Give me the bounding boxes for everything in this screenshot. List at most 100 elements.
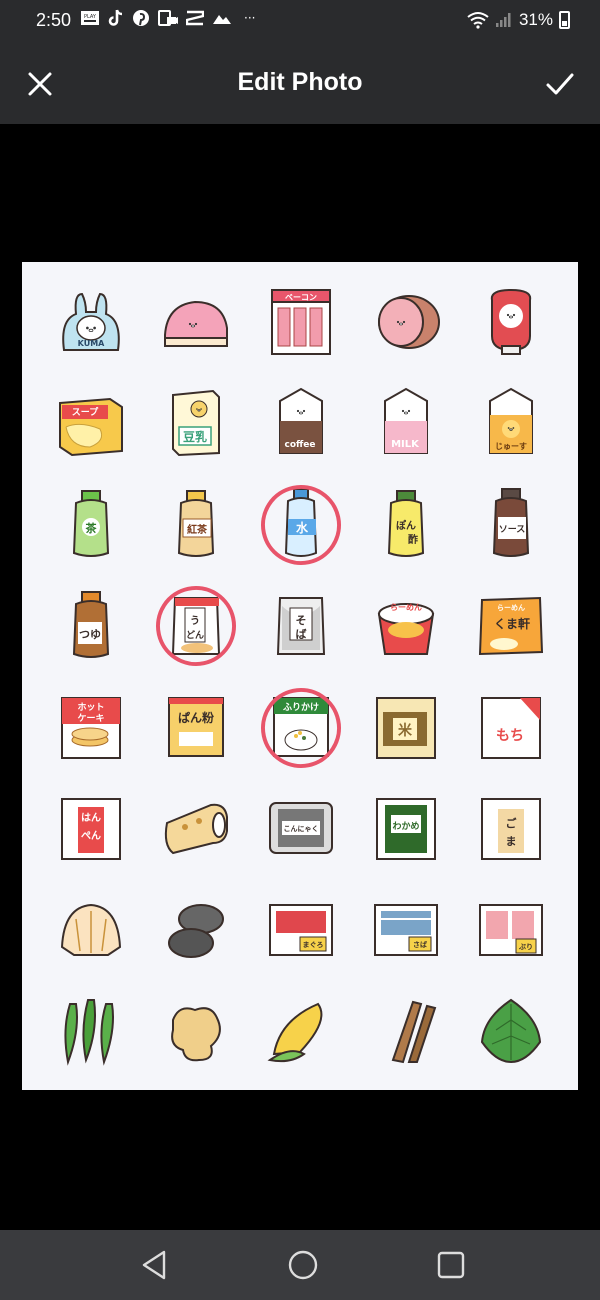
panko-bag-icon: ぱん粉: [167, 696, 224, 757]
udon-pack-icon: うどん: [155, 586, 236, 667]
svg-text:さば: さば: [413, 940, 427, 949]
wifi-icon: [467, 12, 489, 29]
more-icon: ···: [244, 11, 256, 25]
svg-text:ソース: ソース: [499, 524, 526, 535]
svg-text:わかめ: わかめ: [393, 821, 420, 832]
tsuyu-bottle-icon: つゆ: [72, 591, 109, 659]
svg-text:ぶり: ぶり: [518, 942, 533, 951]
sticker-black-tea-bottle: 紅茶: [143, 473, 248, 575]
sticker-grid: KUMA ベーコン スープ 豆乳 coffee MILK じゅーす茶紅茶水ぽん酢ソース つゆう…: [38, 270, 564, 1082]
sticker-milk-carton: MILK: [354, 372, 459, 474]
recents-icon[interactable]: [434, 1248, 468, 1282]
sticker-ginger: [143, 981, 248, 1083]
black-tea-bottle-icon: 紅茶: [177, 489, 214, 557]
sticker-udon-pack: うどん: [143, 575, 248, 677]
svg-text:じゅーす: じゅーす: [495, 442, 527, 451]
svg-text:KUMA: KUMA: [77, 339, 105, 348]
corn-icon: [267, 1003, 323, 1063]
svg-text:豆乳: 豆乳: [183, 429, 207, 444]
battery-icon: [559, 11, 570, 29]
sticker-furikake-pack: ふりかけ: [248, 676, 353, 778]
svg-text:米: 米: [398, 722, 413, 739]
svg-text:くま軒: くま軒: [494, 616, 530, 631]
sticker-shiso-leaf: [459, 981, 564, 1083]
confirm-check-icon[interactable]: [544, 68, 576, 100]
svg-text:ぽん: ぽん: [396, 519, 416, 532]
photo-image[interactable]: KUMA ベーコン スープ 豆乳 coffee MILK じゅーす茶紅茶水ぽん酢ソース つゆう…: [22, 262, 578, 1090]
navigation-bar: [0, 1230, 600, 1300]
ham-icon: [378, 294, 441, 349]
soy-milk-icon: 豆乳: [171, 390, 220, 457]
svg-text:水: 水: [296, 520, 309, 535]
sticker-black-clams: [143, 879, 248, 981]
capcut-icon: [186, 10, 204, 26]
svg-text:ふりかけ: ふりかけ: [283, 702, 319, 713]
sticker-sauce-bottle: ソース: [459, 473, 564, 575]
svg-text:そ: そ: [295, 614, 306, 627]
wakame-pack-icon: わかめ: [376, 798, 437, 861]
sticker-konnyaku-pack: こんにゃく: [248, 778, 353, 880]
svg-text:ま: ま: [506, 835, 517, 848]
back-icon[interactable]: [138, 1248, 172, 1282]
svg-text:らーめん: らーめん: [390, 603, 422, 612]
yellowtail-tray-icon: ぶり: [479, 903, 544, 956]
sticker-burdock: [354, 981, 459, 1083]
sticker-tsuyu-bottle: つゆ: [38, 575, 143, 677]
furikake-pack-icon: ふりかけ: [260, 687, 341, 768]
svg-text:らーめん: らーめん: [497, 604, 525, 612]
sticker-panko-bag: ぱん粉: [143, 676, 248, 778]
mochi-pack-icon: もち: [481, 696, 542, 759]
page-title: Edit Photo: [237, 68, 363, 96]
notification-icons: PLAY ···: [80, 9, 255, 27]
sticker-kamaboko: [143, 270, 248, 372]
sticker-wakame-pack: わかめ: [354, 778, 459, 880]
sticker-rice-bag: 米: [354, 676, 459, 778]
tiktok-icon: [108, 9, 123, 26]
status-right: 31%: [467, 10, 570, 30]
svg-text:ホット: ホット: [77, 702, 104, 713]
sauce-bottle-icon: ソース: [493, 487, 530, 557]
svg-text:スープ: スープ: [71, 406, 98, 418]
svg-text:酢: 酢: [408, 533, 418, 546]
app-bar: Edit Photo: [0, 44, 600, 124]
sticker-sesame-pack: ごま: [459, 778, 564, 880]
svg-text:茶: 茶: [84, 521, 97, 535]
sticker-kuma-bag: KUMA: [38, 270, 143, 372]
svg-text:つゆ: つゆ: [79, 628, 101, 641]
home-icon[interactable]: [286, 1248, 320, 1282]
chikuwa-icon: [164, 804, 228, 855]
sticker-okra: [38, 981, 143, 1083]
svg-text:どん: どん: [186, 629, 204, 641]
sticker-ham: [354, 270, 459, 372]
svg-text:紅茶: 紅茶: [187, 523, 208, 536]
soba-pack-icon: そば: [276, 597, 326, 656]
svg-text:PLAY: PLAY: [84, 14, 97, 20]
sticker-ketchup: [459, 270, 564, 372]
soup-box-icon: スープ: [58, 398, 123, 457]
sticker-hanpen-pack: はん ぺん: [38, 778, 143, 880]
sticker-juice-carton: じゅーす: [459, 372, 564, 474]
svg-text:coffee: coffee: [284, 440, 315, 450]
sesame-pack-icon: ごま: [481, 798, 542, 861]
svg-text:はん: はん: [81, 812, 101, 824]
svg-text:ば: ば: [295, 627, 306, 641]
sticker-mackerel-tray: さば: [354, 879, 459, 981]
ponzu-bottle-icon: ぽん酢: [388, 489, 425, 557]
sticker-water-bottle: 水: [248, 473, 353, 575]
konnyaku-pack-icon: こんにゃく: [268, 802, 333, 855]
svg-text:う: う: [190, 615, 200, 627]
svg-text:もち: もち: [496, 728, 524, 744]
sticker-chikuwa: [143, 778, 248, 880]
svg-text:MILK: MILK: [391, 439, 420, 450]
svg-text:ご: ご: [506, 816, 518, 830]
sticker-coffee-carton: coffee: [248, 372, 353, 474]
kamaboko-icon: [163, 300, 228, 347]
burdock-icon: [391, 1001, 437, 1064]
sticker-mochi-pack: もち: [459, 676, 564, 778]
sticker-corn: [248, 981, 353, 1083]
rice-bag-icon: 米: [376, 696, 437, 759]
clam-shell-icon: [60, 903, 121, 956]
signal-icon: [495, 13, 511, 27]
svg-text:ぺん: ぺん: [81, 830, 101, 842]
sticker-tuna-tray: まぐろ: [248, 879, 353, 981]
